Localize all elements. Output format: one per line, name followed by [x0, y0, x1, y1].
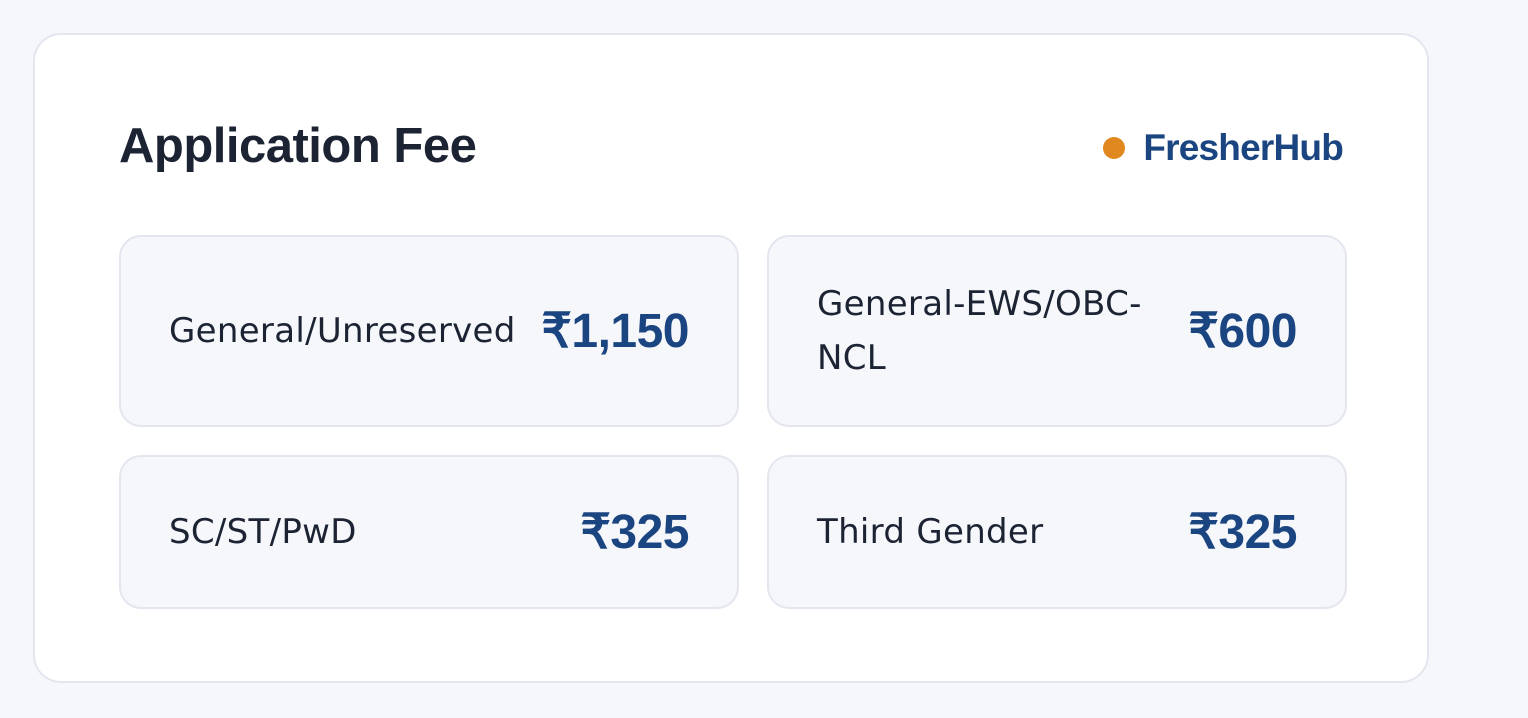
fee-category-label: Third Gender: [817, 512, 1044, 552]
fee-amount: ₹1,150: [541, 305, 689, 358]
fee-item-third-gender: Third Gender ₹325: [767, 455, 1347, 609]
fee-item-ews-obc: General-EWS/OBC-NCL ₹600: [767, 235, 1347, 427]
fee-category-label: SC/ST/PwD: [169, 512, 357, 552]
fee-grid: General/Unreserved ₹1,150 General-EWS/OB…: [119, 235, 1347, 609]
fee-amount: ₹600: [1188, 305, 1297, 358]
fee-item-general: General/Unreserved ₹1,150: [119, 235, 739, 427]
brand-name: FresherHub: [1143, 127, 1343, 168]
application-fee-card: Application Fee FresherHub General/Unres…: [33, 33, 1429, 683]
fee-amount: ₹325: [1188, 506, 1297, 559]
fee-item-sc-st-pwd: SC/ST/PwD ₹325: [119, 455, 739, 609]
brand: FresherHub: [1103, 123, 1344, 173]
fee-category-label: General-EWS/OBC-NCL: [817, 284, 1142, 378]
card-title: Application Fee: [119, 119, 477, 173]
fee-amount: ₹325: [580, 506, 689, 559]
fee-category-label: General/Unreserved: [169, 311, 516, 351]
brand-dot-icon: [1103, 137, 1126, 159]
